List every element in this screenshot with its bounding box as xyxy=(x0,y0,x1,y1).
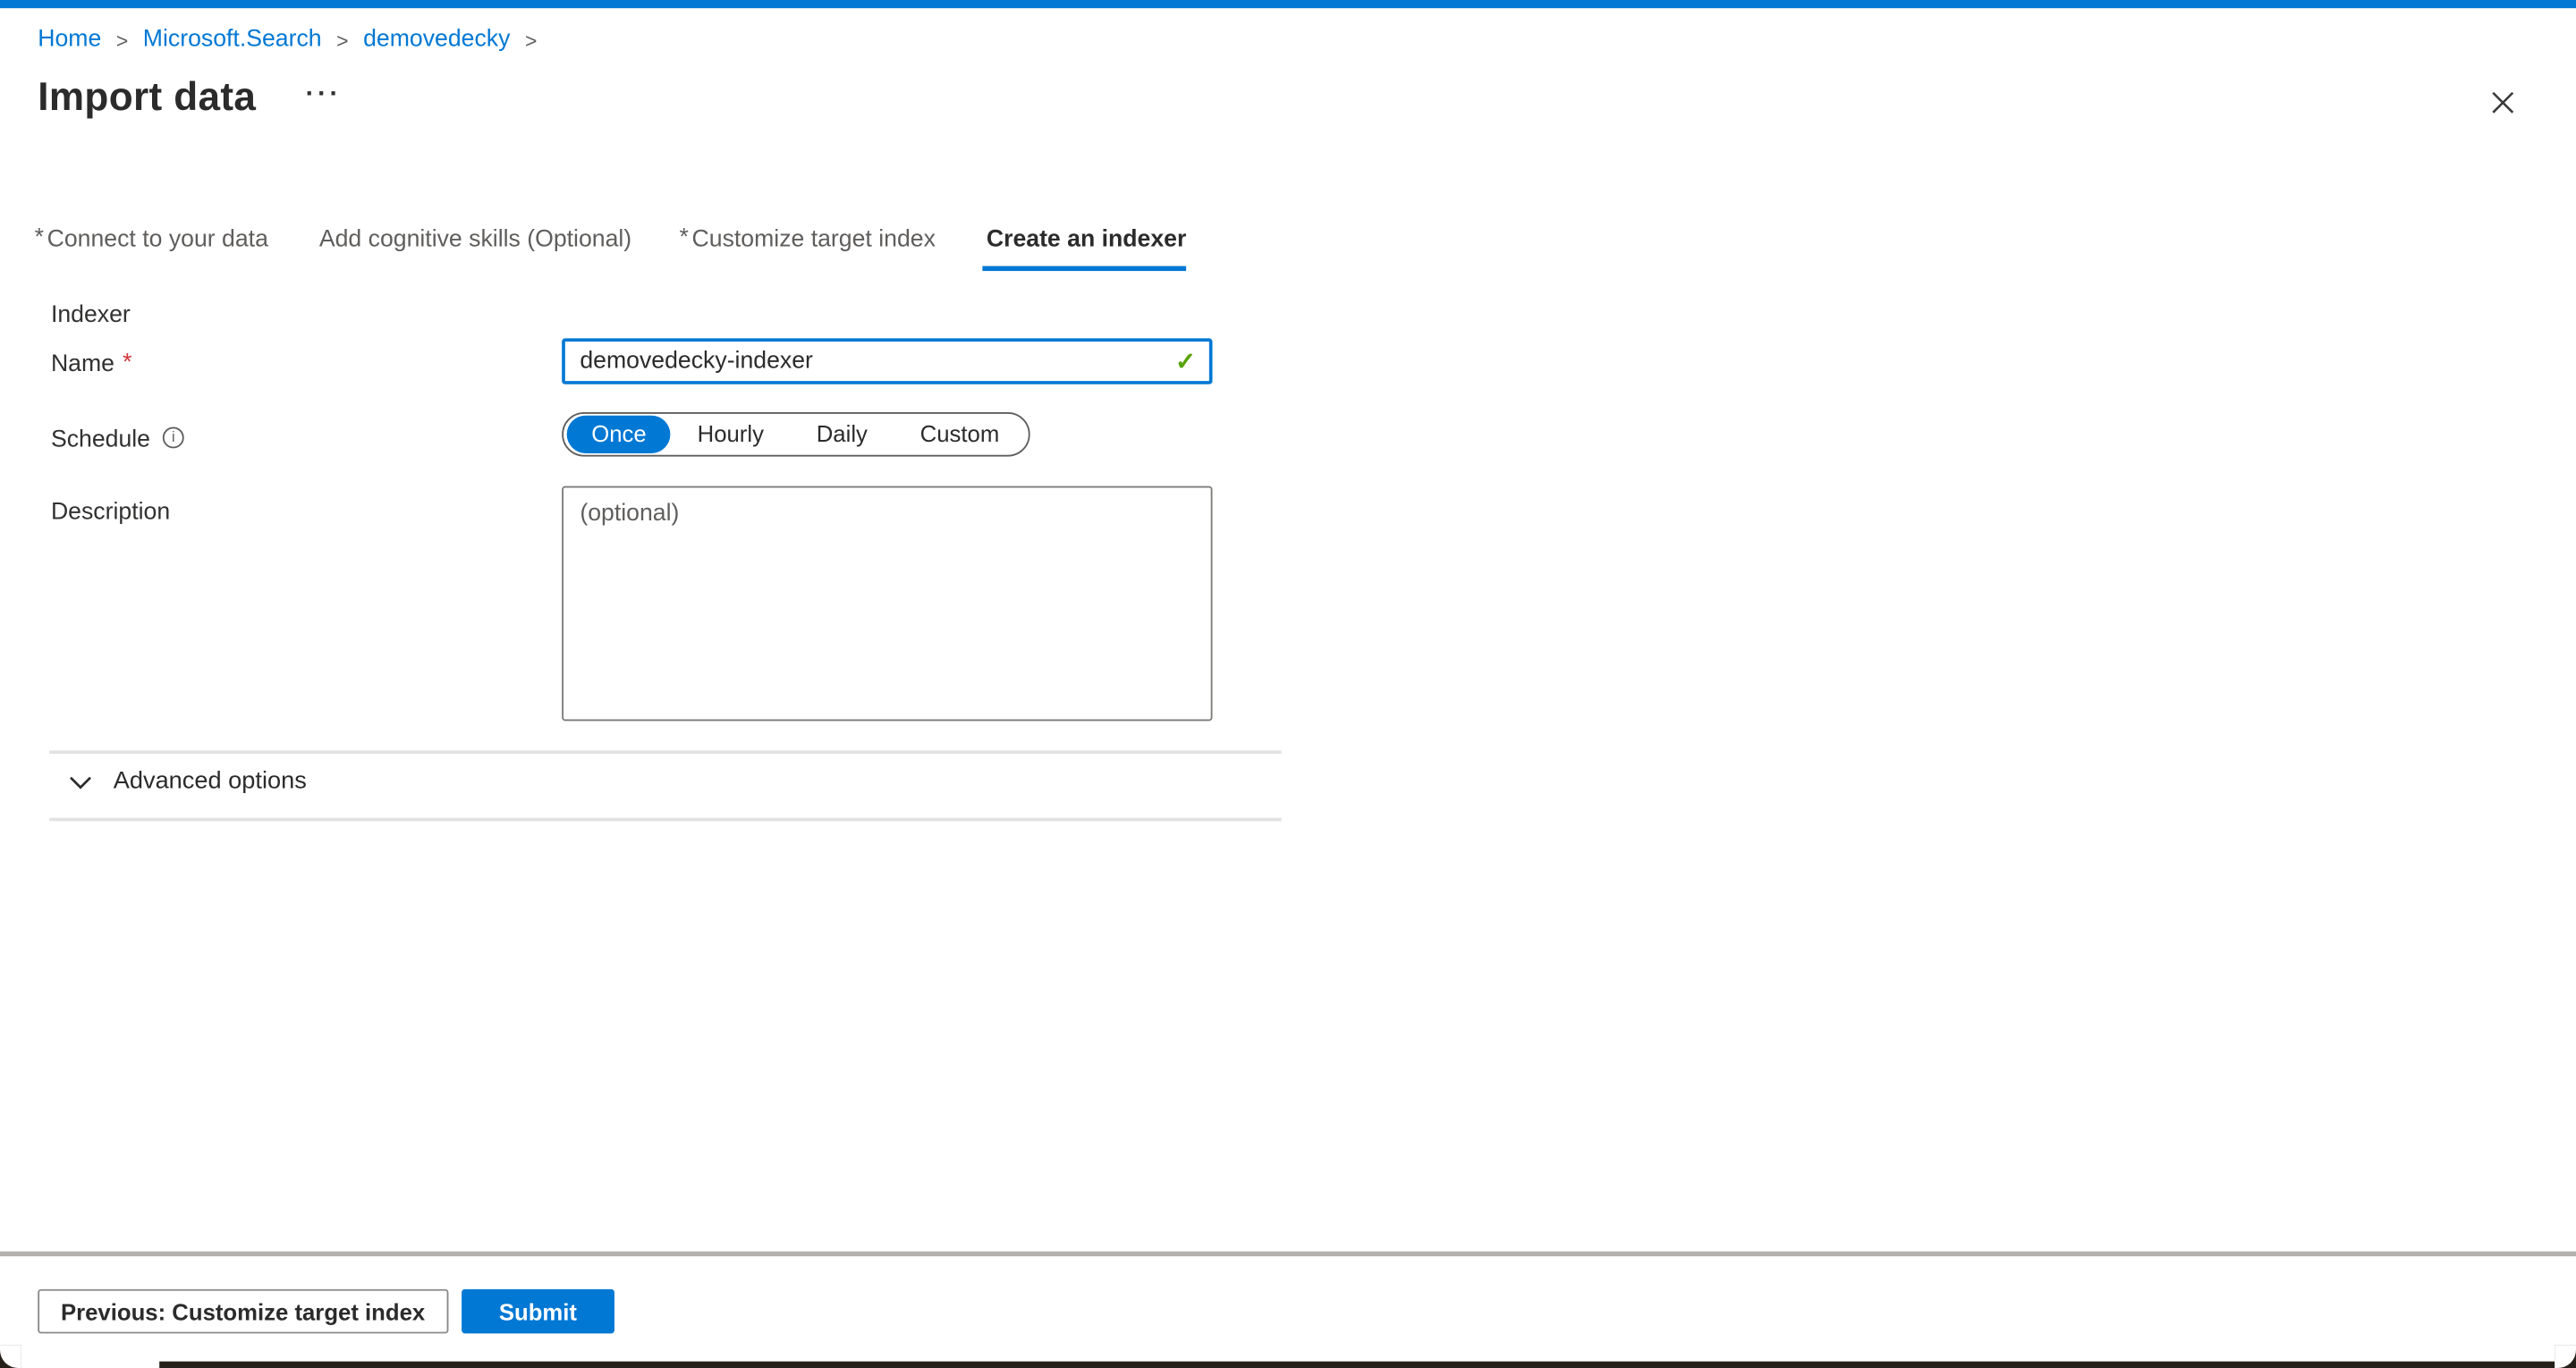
info-icon[interactable]: i xyxy=(163,427,184,449)
tab-label: Create an indexer xyxy=(987,226,1187,252)
description-field-label: Description xyxy=(51,499,170,525)
submit-button[interactable]: Submit xyxy=(462,1289,615,1334)
schedule-option-custom[interactable]: Custom xyxy=(894,416,1025,453)
breadcrumb-resource-link[interactable]: demovedecky xyxy=(363,26,510,52)
breadcrumb-home-link[interactable]: Home xyxy=(38,26,101,52)
required-asterisk: * xyxy=(679,225,688,251)
breadcrumb: Home > Microsoft.Search > demovedecky > xyxy=(38,26,552,52)
required-asterisk: * xyxy=(35,225,44,251)
tab-customize-target-index[interactable]: *Customize target index xyxy=(679,226,935,271)
indexer-name-field: ✓ xyxy=(562,338,1212,384)
divider xyxy=(49,750,1282,754)
schedule-option-once[interactable]: Once xyxy=(567,416,672,453)
name-field-label: Name * xyxy=(51,351,132,377)
schedule-label-text: Schedule xyxy=(51,427,150,453)
valid-check-icon: ✓ xyxy=(1175,347,1196,376)
tab-add-cognitive-skills[interactable]: Add cognitive skills (Optional) xyxy=(316,226,631,271)
top-accent-bar xyxy=(0,0,2576,8)
schedule-option-hourly[interactable]: Hourly xyxy=(671,416,790,453)
window-corner-bottom-right xyxy=(2555,1345,2576,1368)
description-textarea[interactable] xyxy=(562,486,1212,722)
breadcrumb-service-link[interactable]: Microsoft.Search xyxy=(143,26,322,52)
breadcrumb-separator-icon: > xyxy=(116,29,128,52)
tab-connect-to-your-data[interactable]: *Connect to your data xyxy=(35,226,268,271)
window-corner-bottom-left xyxy=(0,1345,21,1368)
close-x-glyph xyxy=(2490,89,2515,114)
breadcrumb-separator-icon: > xyxy=(336,29,348,52)
wizard-tabs: *Connect to your data Add cognitive skil… xyxy=(35,226,1187,271)
schedule-segmented-control: Once Hourly Daily Custom xyxy=(562,412,1030,457)
required-asterisk: * xyxy=(123,350,131,376)
description-label-text: Description xyxy=(51,499,170,525)
chevron-down-icon xyxy=(69,774,92,790)
more-options-icon[interactable]: ··· xyxy=(306,80,342,110)
breadcrumb-separator-icon: > xyxy=(525,29,537,52)
tab-label: Connect to your data xyxy=(47,226,268,252)
advanced-options-label: Advanced options xyxy=(114,769,307,795)
tab-label: Add cognitive skills (Optional) xyxy=(319,226,631,252)
desktop-edge-strip xyxy=(159,1362,2576,1368)
previous-step-button[interactable]: Previous: Customize target index xyxy=(38,1289,448,1334)
page-title: Import data xyxy=(38,75,256,121)
footer-divider xyxy=(0,1252,2576,1257)
indexer-name-input[interactable] xyxy=(565,342,1175,381)
close-icon[interactable] xyxy=(2482,82,2521,122)
advanced-options-toggle[interactable]: Advanced options xyxy=(69,769,307,795)
divider xyxy=(49,818,1282,822)
schedule-field-label: Schedule xyxy=(51,427,150,453)
tab-label: Customize target index xyxy=(692,226,936,252)
indexer-section-label: Indexer xyxy=(51,302,131,328)
name-label-text: Name xyxy=(51,351,114,377)
footer-buttons: Previous: Customize target index Submit xyxy=(38,1289,614,1334)
import-data-blade: Home > Microsoft.Search > demovedecky > … xyxy=(0,0,2576,1368)
schedule-option-daily[interactable]: Daily xyxy=(790,416,894,453)
tab-create-an-indexer[interactable]: Create an indexer xyxy=(983,226,1186,271)
